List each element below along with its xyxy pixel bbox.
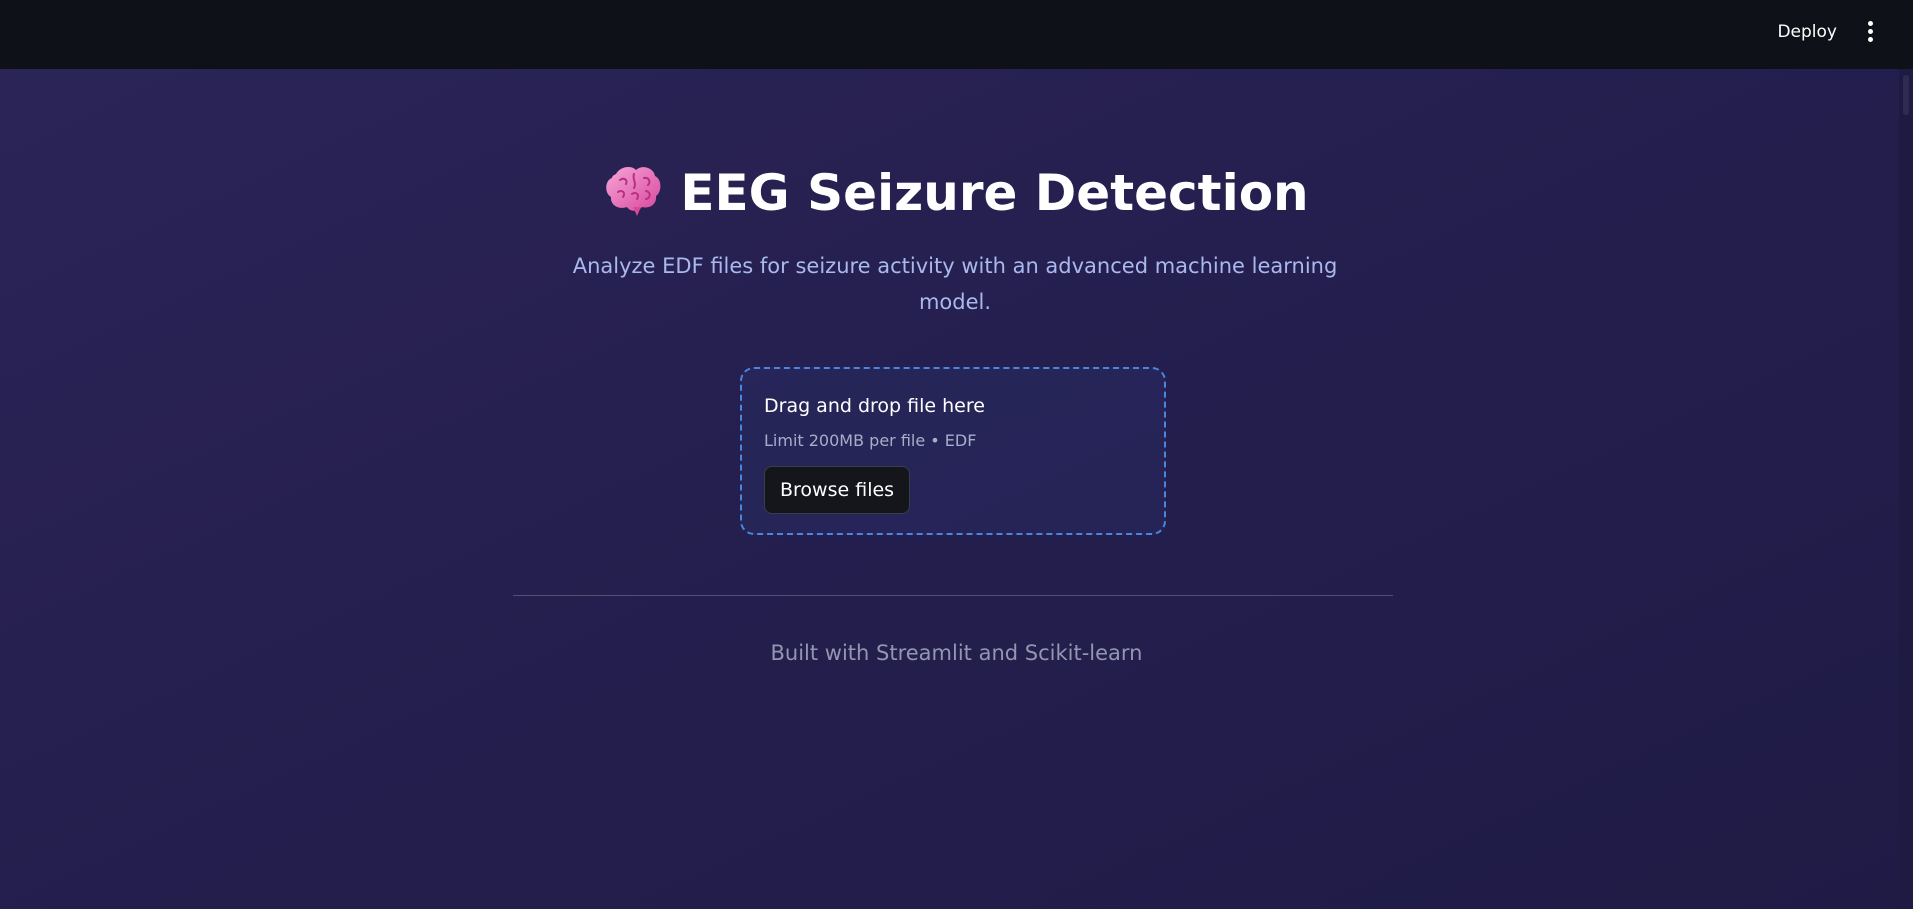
deploy-button[interactable]: Deploy [1777, 20, 1837, 44]
more-vertical-icon[interactable] [1865, 18, 1875, 44]
browse-files-button[interactable]: Browse files [764, 466, 911, 514]
scrollbar-thumb[interactable] [1903, 75, 1909, 115]
menu-dot [1867, 37, 1873, 42]
file-uploader-dropzone[interactable]: Drag and drop file here Limit 200MB per … [740, 367, 1166, 535]
page-title: EEG Seizure Detection [680, 164, 1309, 222]
page-title-row: EEG Seizure Detection [0, 158, 1913, 228]
divider [513, 595, 1393, 596]
top-toolbar: Deploy [0, 0, 1913, 69]
file-limit-text: Limit 200MB per file • EDF [764, 431, 977, 450]
footer-text: Built with Streamlit and Scikit-learn [770, 641, 1143, 665]
page-subtitle: Analyze EDF files for seizure activity w… [572, 254, 1338, 314]
menu-dot [1867, 29, 1873, 34]
app-root: Deploy EEG Seizure Detection Analyze EDF… [0, 0, 1913, 909]
dropzone-label: Drag and drop file here [764, 395, 985, 417]
brain-emoji-icon [606, 166, 661, 216]
menu-dot [1867, 21, 1873, 26]
